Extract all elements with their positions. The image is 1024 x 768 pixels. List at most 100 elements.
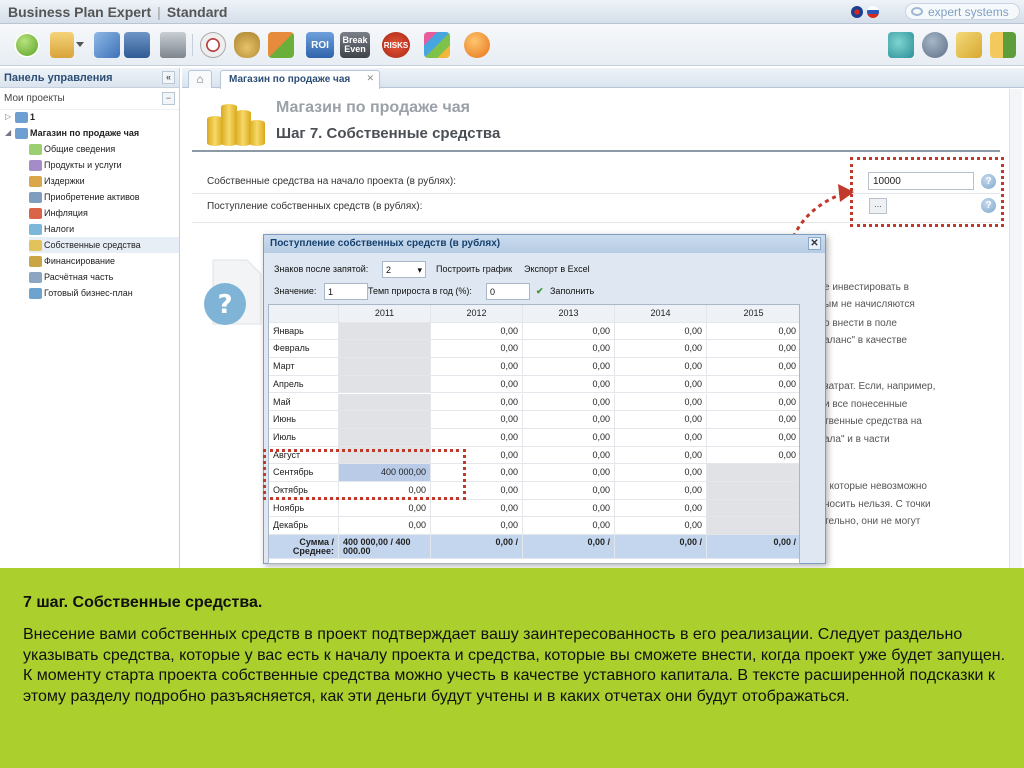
grid-cell[interactable]: 0,00 xyxy=(431,428,523,447)
calculation-icon xyxy=(29,271,42,283)
tree-item-inflation[interactable]: Инфляция xyxy=(29,205,88,221)
dropdown-arrow-icon[interactable] xyxy=(76,42,84,48)
grid-cell[interactable]: 0,00 xyxy=(615,411,707,429)
tree-item-label: 1 xyxy=(30,112,36,122)
tree-item-calculation[interactable]: Расчётная часть xyxy=(29,269,113,285)
compass-icon[interactable] xyxy=(200,32,226,58)
tab-project[interactable]: Магазин по продаже чая ✕ xyxy=(220,70,380,89)
vertical-scrollbar[interactable] xyxy=(1009,89,1022,568)
grid-cell[interactable]: 0,00 xyxy=(707,323,799,341)
grid-cell[interactable]: 0,00 xyxy=(615,358,707,376)
grid-cell[interactable]: 0,00 xyxy=(431,358,523,376)
open-folder-icon[interactable] xyxy=(50,32,74,58)
collapse-toggle-icon[interactable]: ◢ xyxy=(5,128,11,137)
exit-icon[interactable] xyxy=(990,32,1016,58)
delete-icon[interactable] xyxy=(160,32,186,58)
tree-item-costs[interactable]: Издержки xyxy=(29,173,85,189)
grid-cell[interactable]: 0,00 xyxy=(615,464,707,482)
grid-cell[interactable]: 0,00 xyxy=(615,340,707,359)
grid-cell[interactable]: 0,00 xyxy=(431,393,523,412)
grid-cell[interactable]: 0,00 xyxy=(707,358,799,376)
dialog-close-button[interactable]: ✕ xyxy=(808,237,821,250)
brand-swirl-icon xyxy=(911,7,923,16)
tab-close-icon[interactable]: ✕ xyxy=(366,73,374,84)
risks-button[interactable]: RISKS xyxy=(382,32,410,58)
grid-cell[interactable]: 0,00 xyxy=(615,375,707,394)
russia-flag-icon[interactable] xyxy=(867,6,879,18)
settings-user-icon[interactable] xyxy=(888,32,914,58)
grid-cell[interactable]: 0,00 xyxy=(615,482,707,500)
tree-item-ready-plan[interactable]: Готовый бизнес-план xyxy=(29,285,133,301)
grid-cell[interactable]: 0,00 xyxy=(523,482,615,500)
collapse-panel-button[interactable]: « xyxy=(162,71,175,84)
play-icon[interactable] xyxy=(464,32,490,58)
grid-cell[interactable]: 0,00 xyxy=(615,322,707,341)
export-excel-button[interactable]: Экспорт в Excel xyxy=(524,264,590,274)
tree-item-own-funds[interactable]: Собственные средства xyxy=(29,237,179,253)
grid-cell[interactable]: 0,00 xyxy=(431,517,523,536)
tab-home[interactable]: ⌂ xyxy=(188,70,212,88)
expand-toggle-icon[interactable]: ▷ xyxy=(5,112,11,121)
grid-cell[interactable]: 0,00 xyxy=(339,499,431,518)
grid-cell[interactable]: 0,00 xyxy=(615,393,707,412)
grid-cell[interactable]: 0,00 xyxy=(523,517,615,536)
help-text-line: о внести в поле xyxy=(824,318,897,329)
grid-cell[interactable]: 0,00 xyxy=(707,394,799,412)
grid-cell[interactable]: 0,00 xyxy=(431,499,523,518)
tree-item-root[interactable]: 1 xyxy=(15,109,35,125)
grid-cell xyxy=(707,499,799,518)
grid-cell[interactable]: 0,00 xyxy=(523,393,615,412)
tree-item-products[interactable]: Продукты и услуги xyxy=(29,157,122,173)
grid-cell[interactable]: 0,00 xyxy=(523,499,615,518)
roi-button[interactable]: ROI xyxy=(306,32,334,58)
money-bag-icon[interactable] xyxy=(234,32,260,58)
tree-item-assets[interactable]: Приобретение активов xyxy=(29,189,140,205)
grid-cell[interactable]: 0,00 xyxy=(523,411,615,429)
grid-cell[interactable]: 0,00 xyxy=(523,375,615,394)
tree-item-project[interactable]: Магазин по продаже чая xyxy=(15,125,139,141)
help-icon[interactable] xyxy=(922,32,948,58)
decimals-select[interactable]: 2 ▾ xyxy=(382,261,426,278)
grid-sum-cell: 400 000,00 / 400 000.00 xyxy=(339,535,431,560)
grid-cell[interactable]: 0,00 xyxy=(615,517,707,536)
grid-cell[interactable]: 0,00 xyxy=(707,447,799,465)
tree-item-general[interactable]: Общие сведения xyxy=(29,141,115,157)
tree-item-financing[interactable]: Финансирование xyxy=(29,253,115,269)
grid-cell[interactable]: 0,00 xyxy=(707,340,799,359)
grid-cell[interactable]: 0,00 xyxy=(431,411,523,429)
grid-cell[interactable]: 0,00 xyxy=(523,428,615,447)
grid-cell[interactable]: 0,00 xyxy=(523,340,615,359)
grid-cell[interactable]: 0,00 xyxy=(615,499,707,518)
grid-cell[interactable]: 0,00 xyxy=(523,464,615,482)
grid-cell[interactable]: 0,00 xyxy=(707,411,799,429)
grid-cell[interactable]: 0,00 xyxy=(431,375,523,394)
growth-input[interactable]: 0 xyxy=(486,283,530,300)
uk-flag-icon[interactable] xyxy=(851,6,863,18)
grid-cell[interactable]: 0,00 xyxy=(431,322,523,341)
grid-cell[interactable]: 0,00 xyxy=(431,340,523,359)
arrows-icon[interactable] xyxy=(268,32,294,58)
edit-note-icon[interactable] xyxy=(956,32,982,58)
tree-item-taxes[interactable]: Налоги xyxy=(29,221,74,237)
grid-cell[interactable]: 0,00 xyxy=(523,446,615,465)
copy-icon[interactable] xyxy=(94,32,120,58)
value-input[interactable]: 1 xyxy=(324,283,368,300)
grid-cell[interactable]: 0,00 xyxy=(707,429,799,447)
save-icon[interactable] xyxy=(124,32,150,58)
fill-button[interactable]: Заполнить xyxy=(550,286,594,296)
grid-cell[interactable]: 0,00 xyxy=(339,517,431,536)
dialog-title: Поступление собственных средств (в рубля… xyxy=(270,238,501,249)
puzzle-icon[interactable] xyxy=(424,32,450,58)
grid-cell[interactable]: 0,00 xyxy=(707,376,799,394)
new-project-icon[interactable] xyxy=(14,32,40,58)
build-chart-button[interactable]: Построить график xyxy=(436,264,512,274)
tree-item-label: Издержки xyxy=(44,176,85,186)
grid-cell[interactable]: 0,00 xyxy=(615,446,707,465)
break-even-button[interactable]: Break Even xyxy=(340,32,370,58)
grid-month-label: Апрель xyxy=(269,375,339,394)
help-text-line: твенные средства на xyxy=(824,416,922,427)
grid-cell[interactable]: 0,00 xyxy=(615,428,707,447)
collapse-projects-button[interactable]: − xyxy=(162,92,175,105)
grid-cell[interactable]: 0,00 xyxy=(523,322,615,341)
grid-cell[interactable]: 0,00 xyxy=(523,358,615,376)
